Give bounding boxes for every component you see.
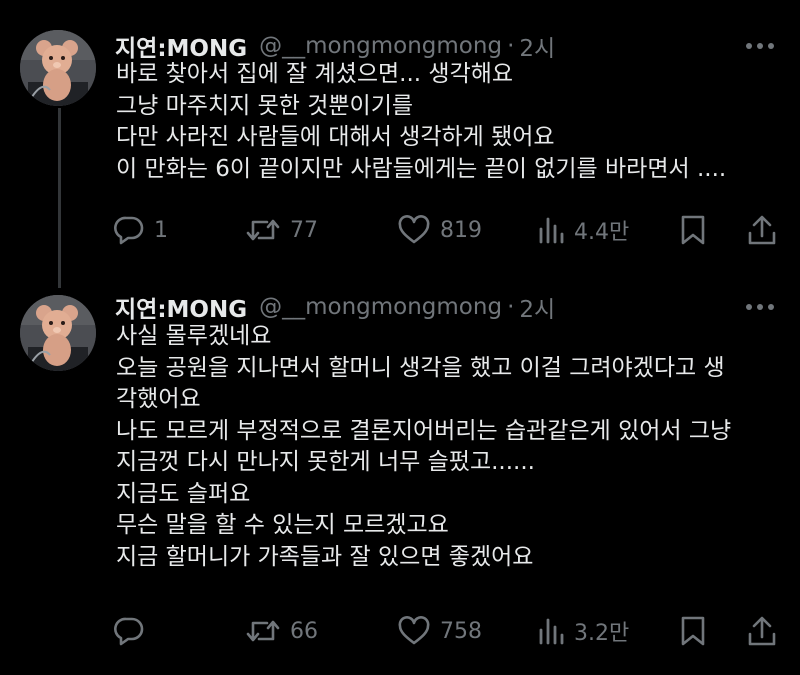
tweet-line: 지금껏 다시 만나지 못한게 너무 슬펐고...... <box>116 449 535 475</box>
thread-line <box>58 108 61 288</box>
retweet-count: 66 <box>290 618 318 644</box>
tweet-actions: 1 77 819 4.4만 <box>113 213 783 247</box>
tweet-line: 나도 모르게 부정적으로 결론지어버리는 습관같은게 있어서 그냥 <box>116 417 732 444</box>
retweet-icon <box>246 219 280 241</box>
bookmark-button[interactable] <box>679 213 707 247</box>
user-handle[interactable]: @__mongmongmong <box>259 294 502 320</box>
like-count: 819 <box>440 217 482 243</box>
more-options-button[interactable] <box>742 36 778 56</box>
share-button[interactable] <box>747 213 777 247</box>
tweet-line: 그냥 마주치지 못한 것뿐이기를 <box>116 92 414 119</box>
tweet-line: 바로 찾아서 집에 잘 계셨으면... 생각해요 <box>116 61 514 87</box>
share-icon <box>748 215 776 245</box>
more-icon <box>746 304 774 310</box>
tweet-actions: 66 758 3.2만 <box>113 614 783 648</box>
view-count: 3.2만 <box>574 621 630 646</box>
avatar[interactable] <box>20 295 96 371</box>
timestamp[interactable]: 2시 <box>519 29 555 63</box>
bookmark-icon <box>681 215 705 245</box>
separator-dot: · <box>507 33 515 59</box>
like-count: 758 <box>440 618 482 644</box>
bookmark-icon <box>681 616 705 646</box>
bookmark-button[interactable] <box>679 614 707 648</box>
display-name[interactable]: 지연:MONG <box>115 29 247 63</box>
tweet-line: 사실 몰루겠네요 <box>116 323 272 349</box>
tweet-text: 바로 찾아서 집에 잘 계셨으면... 생각해요 그냥 마주치지 못한 것뿐이기… <box>116 59 786 185</box>
retweet-button[interactable]: 66 <box>245 614 318 648</box>
heart-icon <box>398 215 430 244</box>
tweet-line: 오늘 공원을 지나면서 할머니 생각을 했고 이걸 그려야겠다고 생 <box>116 354 725 381</box>
avatar[interactable] <box>20 30 96 106</box>
views-icon <box>539 217 564 244</box>
tweet-header: 지연:MONG @__mongmongmong · 2시 <box>115 29 555 63</box>
reply-button[interactable]: 1 <box>113 213 168 247</box>
teddy-bear-avatar-icon <box>20 30 96 106</box>
tweet[interactable]: 지연:MONG @__mongmongmong · 2시 바로 찾아서 집에 잘… <box>0 0 800 288</box>
reply-icon <box>114 216 144 245</box>
more-icon <box>746 43 774 49</box>
teddy-bear-avatar-icon <box>20 295 96 371</box>
tweet-line: 지금 할머니가 가족들과 잘 있으면 좋겠어요 <box>116 543 534 570</box>
like-button[interactable]: 758 <box>397 614 482 648</box>
retweet-button[interactable]: 77 <box>245 213 318 247</box>
tweet-line: 지금도 슬퍼요 <box>116 480 251 507</box>
tweet[interactable]: 지연:MONG @__mongmongmong · 2시 사실 몰루겠네요 오늘… <box>0 285 800 675</box>
retweet-count: 77 <box>290 217 318 243</box>
timestamp[interactable]: 2시 <box>519 290 555 324</box>
tweet-line: 다만 사라진 사람들에 대해서 생각하게 됐어요 <box>116 124 555 150</box>
share-button[interactable] <box>747 614 777 648</box>
display-name[interactable]: 지연:MONG <box>115 290 247 324</box>
like-button[interactable]: 819 <box>397 213 482 247</box>
separator-dot: · <box>507 294 515 320</box>
tweet-text: 사실 몰루겠네요 오늘 공원을 지나면서 할머니 생각을 했고 이걸 그려야겠다… <box>116 321 786 573</box>
share-icon <box>748 616 776 646</box>
reply-count: 1 <box>154 217 168 243</box>
reply-button[interactable] <box>113 614 154 648</box>
views-button[interactable]: 4.4만 <box>537 213 629 247</box>
views-icon <box>539 618 564 645</box>
reply-icon <box>114 617 144 646</box>
tweet-line: 각했어요 <box>116 386 201 412</box>
view-count: 4.4만 <box>574 220 630 245</box>
views-button[interactable]: 3.2만 <box>537 614 629 648</box>
heart-icon <box>398 616 430 645</box>
tweet-line: 무슨 말을 할 수 있는지 모르겠고요 <box>116 512 449 538</box>
retweet-icon <box>246 620 280 642</box>
tweet-line: 이 만화는 6이 끝이지만 사람들에게는 끝이 없기를 바라면서 .... <box>116 155 727 182</box>
more-options-button[interactable] <box>742 297 778 317</box>
tweet-header: 지연:MONG @__mongmongmong · 2시 <box>115 290 555 324</box>
user-handle[interactable]: @__mongmongmong <box>259 33 502 59</box>
